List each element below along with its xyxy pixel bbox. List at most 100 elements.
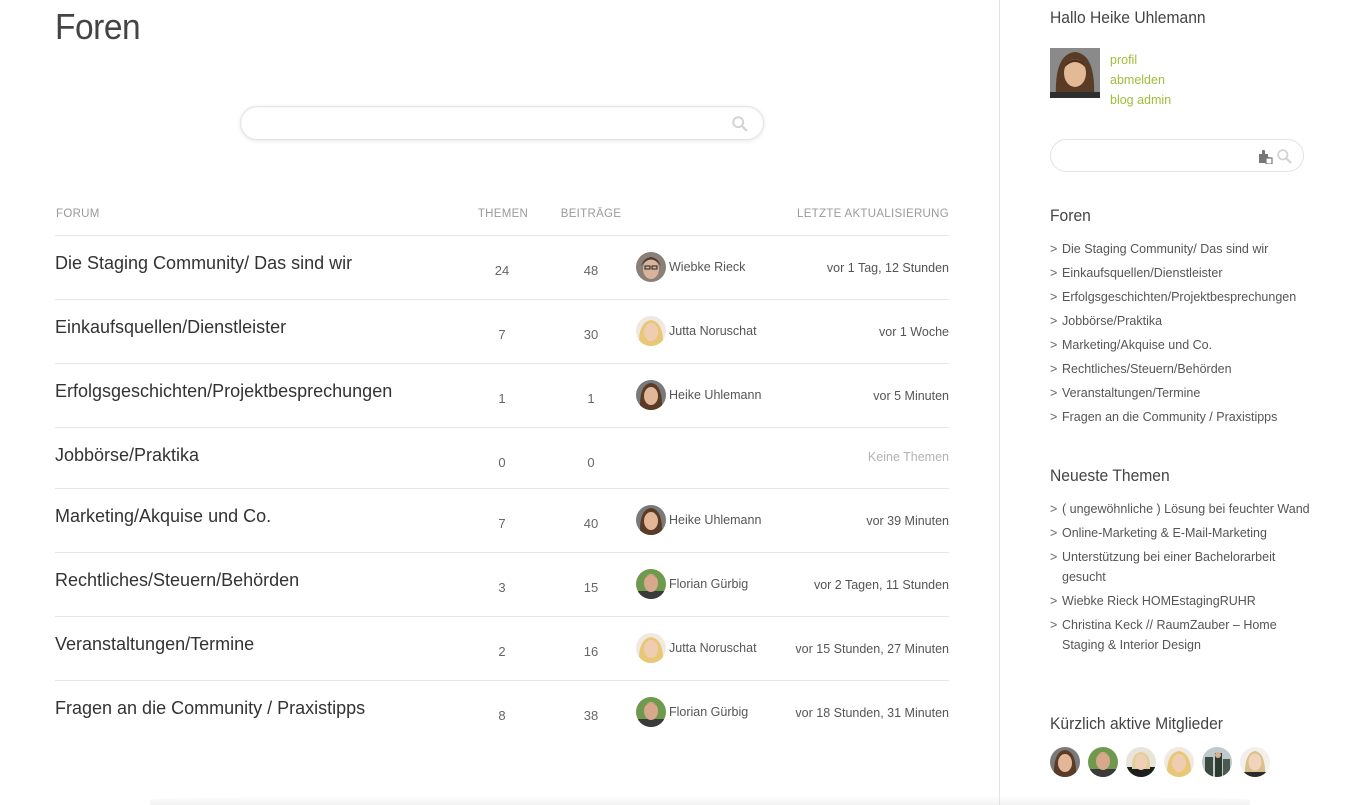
member-avatar[interactable] <box>1088 747 1118 777</box>
forum-table: FORUM THEMEN BEITRÄGE LETZTE AKTUALISIER… <box>55 196 949 745</box>
topic-link[interactable]: Wiebke Rieck HOMEstagingRUHR <box>1062 594 1256 608</box>
last-update-link[interactable]: vor 15 Stunden, 27 Minuten <box>795 642 949 656</box>
topic-link[interactable]: ( ungewöhnliche ) Lösung bei feuchter Wa… <box>1062 502 1310 516</box>
forums-widget-heading: Foren <box>1050 206 1091 225</box>
forum-link[interactable]: Rechtliches/Steuern/Behörden <box>55 570 299 591</box>
forum-link[interactable]: Jobbörse/Praktika <box>55 445 199 466</box>
list-item: > Christina Keck // RaumZauber – Home Sta… <box>1050 615 1310 655</box>
forum-widget-link[interactable]: Die Staging Community/ Das sind wir <box>1062 242 1268 256</box>
forum-widget-link[interactable]: Fragen an die Community / Praxistipps <box>1062 410 1277 424</box>
profile-avatar[interactable] <box>1050 48 1100 98</box>
search-icon[interactable] <box>731 115 749 133</box>
table-row: Die Staging Community/ Das sind wir 24 4… <box>55 236 949 300</box>
last-author[interactable]: Jutta Noruschat <box>636 633 757 663</box>
post-count: 15 <box>583 580 599 595</box>
member-avatar[interactable] <box>1202 747 1232 777</box>
table-row: Rechtliches/Steuern/Behörden 3 15 Floria… <box>55 553 949 617</box>
last-update-link[interactable]: vor 18 Stunden, 31 Minuten <box>795 706 949 720</box>
table-row: Erfolgsgeschichten/Projektbesprechungen … <box>55 364 949 428</box>
header-beitraege: BEITRÄGE <box>560 208 622 220</box>
member-avatar[interactable] <box>1126 747 1156 777</box>
forum-search-input[interactable] <box>255 113 725 135</box>
author-name: Wiebke Rieck <box>669 260 746 274</box>
account-links: profil abmelden blog admin <box>1110 50 1171 110</box>
no-topics-label: Keine Themen <box>867 450 949 464</box>
topics-widget-heading: Neueste Themen <box>1050 466 1170 485</box>
last-update-link[interactable]: vor 39 Minuten <box>866 514 949 528</box>
author-name: Heike Uhlemann <box>669 388 762 402</box>
avatar-florian <box>636 697 666 727</box>
table-row: Marketing/Akquise und Co. 7 40 Heike Uhl… <box>55 489 949 553</box>
topic-link[interactable]: Christina Keck // RaumZauber – Home Stag… <box>1062 618 1277 652</box>
chevron-right-icon: > <box>1050 550 1058 564</box>
logout-link[interactable]: abmelden <box>1110 70 1171 90</box>
member-avatar[interactable] <box>1050 747 1080 777</box>
profile-link[interactable]: profil <box>1110 50 1171 70</box>
forum-widget-link[interactable]: Veranstaltungen/Termine <box>1062 386 1200 400</box>
chevron-right-icon: > <box>1050 618 1058 632</box>
last-author[interactable]: Jutta Noruschat <box>636 316 757 346</box>
last-update-link[interactable]: vor 2 Tagen, 11 Stunden <box>814 578 949 592</box>
forum-widget-link[interactable]: Erfolgsgeschichten/Projektbesprechungen <box>1062 290 1296 304</box>
chevron-right-icon: > <box>1050 314 1058 328</box>
list-item: > Fragen an die Community / Praxistipps <box>1050 407 1310 427</box>
list-item: > Veranstaltungen/Termine <box>1050 383 1310 403</box>
forum-widget-link[interactable]: Rechtliches/Steuern/Behörden <box>1062 362 1232 376</box>
chevron-right-icon: > <box>1050 290 1058 304</box>
forum-link[interactable]: Marketing/Akquise und Co. <box>55 506 271 527</box>
topic-count: 2 <box>498 644 506 659</box>
post-count: 16 <box>583 644 599 659</box>
last-author[interactable]: Heike Uhlemann <box>636 380 761 410</box>
chevron-right-icon: > <box>1050 338 1058 352</box>
post-count: 40 <box>583 516 599 531</box>
list-item: > Online-Marketing & E-Mail-Marketing <box>1050 523 1310 543</box>
list-item: > Wiebke Rieck HOMEstagingRUHR <box>1050 591 1310 611</box>
last-update-link[interactable]: vor 1 Tag, 12 Stunden <box>827 261 949 275</box>
puzzle-icon[interactable] <box>1257 148 1273 164</box>
last-update-link[interactable]: vor 5 Minuten <box>873 389 949 403</box>
last-update-link[interactable]: vor 1 Woche <box>879 325 949 339</box>
list-item: > Einkaufsquellen/Dienstleister <box>1050 263 1310 283</box>
search-icon[interactable] <box>1276 148 1293 165</box>
sidebar-search-input[interactable] <box>1063 146 1253 166</box>
members-widget-heading: Kürzlich aktive Mitglieder <box>1050 714 1223 733</box>
member-avatar[interactable] <box>1164 747 1194 777</box>
table-row: Jobbörse/Praktika 0 0 Keine Themen <box>55 428 949 489</box>
last-author[interactable]: Florian Gürbig <box>636 569 748 599</box>
topic-link[interactable]: Unterstützung bei einer Bachelorarbeit g… <box>1062 550 1275 584</box>
forum-widget-link[interactable]: Einkaufsquellen/Dienstleister <box>1062 266 1223 280</box>
list-item: > Erfolgsgeschichten/Projektbesprechungen <box>1050 287 1310 307</box>
page-title: Foren <box>55 6 141 47</box>
chevron-right-icon: > <box>1050 526 1058 540</box>
chevron-right-icon: > <box>1050 266 1058 280</box>
forum-link[interactable]: Die Staging Community/ Das sind wir <box>55 253 352 274</box>
post-count: 48 <box>583 263 599 278</box>
topic-link[interactable]: Online-Marketing & E-Mail-Marketing <box>1062 526 1267 540</box>
chevron-right-icon: > <box>1050 362 1058 376</box>
forum-widget-link[interactable]: Marketing/Akquise und Co. <box>1062 338 1212 352</box>
table-row: Veranstaltungen/Termine 2 16 Jutta Norus… <box>55 617 949 681</box>
last-author[interactable]: Wiebke Rieck <box>636 252 745 282</box>
chevron-right-icon: > <box>1050 386 1058 400</box>
table-row: Fragen an die Community / Praxistipps 8 … <box>55 681 949 745</box>
forum-link[interactable]: Fragen an die Community / Praxistipps <box>55 698 365 719</box>
avatar-heike <box>636 380 666 410</box>
sidebar-search-box <box>1050 139 1304 172</box>
list-item: > Marketing/Akquise und Co. <box>1050 335 1310 355</box>
avatar-wiebke <box>636 252 666 282</box>
forum-link[interactable]: Einkaufsquellen/Dienstleister <box>55 317 286 338</box>
forum-link[interactable]: Erfolgsgeschichten/Projektbesprechungen <box>55 381 392 402</box>
header-forum: FORUM <box>56 208 100 220</box>
author-name: Jutta Noruschat <box>669 641 757 655</box>
blog-admin-link[interactable]: blog admin <box>1110 90 1171 110</box>
forum-search-box <box>240 106 764 140</box>
last-author[interactable]: Heike Uhlemann <box>636 505 761 535</box>
chevron-right-icon: > <box>1050 410 1058 424</box>
author-name: Florian Gürbig <box>669 705 749 719</box>
list-item: > Unterstützung bei einer Bachelorarbeit … <box>1050 547 1310 587</box>
member-avatar[interactable] <box>1240 747 1270 777</box>
forum-link[interactable]: Veranstaltungen/Termine <box>55 634 254 655</box>
last-author[interactable]: Florian Gürbig <box>636 697 748 727</box>
topics-widget-list: > ( ungewöhnliche ) Lösung bei feuchter W… <box>1050 499 1310 659</box>
forum-widget-link[interactable]: Jobbörse/Praktika <box>1062 314 1162 328</box>
